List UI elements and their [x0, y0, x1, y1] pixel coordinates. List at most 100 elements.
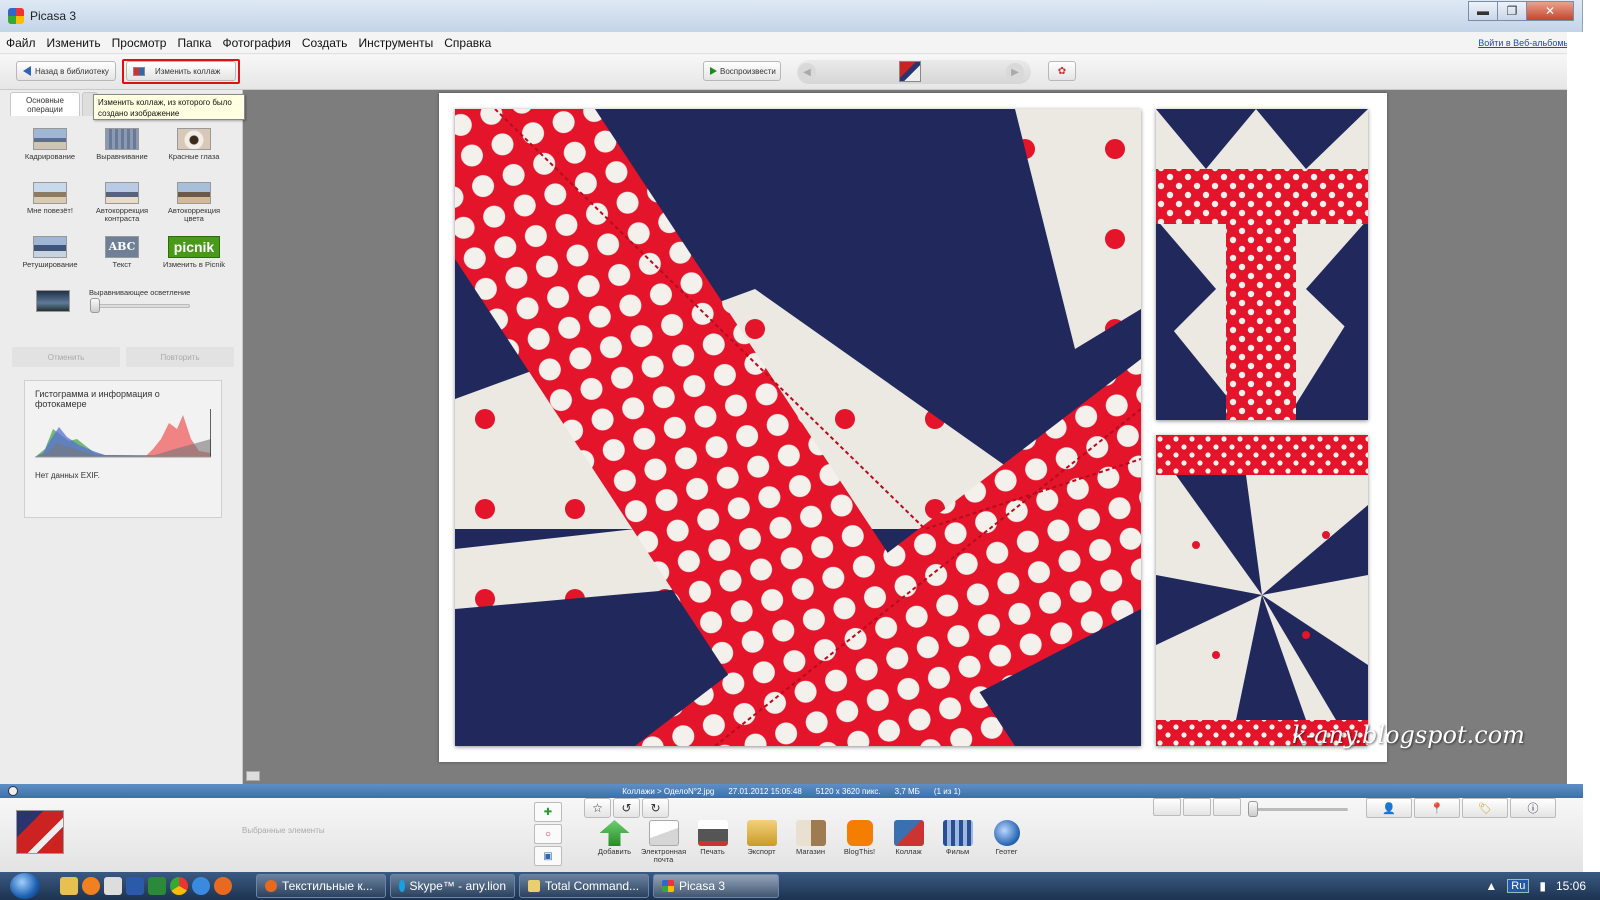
- quicklaunch-folder-icon[interactable]: [60, 877, 78, 895]
- tool-text[interactable]: ABC Текст: [86, 236, 158, 278]
- menu-folder[interactable]: Папка: [177, 36, 211, 50]
- view-large-button[interactable]: [1183, 798, 1211, 816]
- upload-icon: [599, 820, 630, 846]
- menu-tools[interactable]: Инструменты: [358, 36, 433, 50]
- view-zoom-icon-button[interactable]: [1213, 798, 1241, 816]
- quicklaunch-excel-icon[interactable]: [148, 877, 166, 895]
- rotate-left-button[interactable]: ↺: [613, 798, 640, 818]
- clear-tray-button[interactable]: ○: [534, 824, 562, 844]
- hold-pin-button[interactable]: ✚: [534, 802, 562, 822]
- quicklaunch-firefox-icon[interactable]: [214, 877, 232, 895]
- tool-auto-contrast[interactable]: Автокоррекция контраста: [86, 182, 158, 224]
- menu-picture[interactable]: Фотография: [222, 36, 290, 50]
- movie-button[interactable]: Фильм: [933, 820, 982, 864]
- clock[interactable]: 15:06: [1556, 879, 1586, 893]
- export-folder-icon: [746, 820, 777, 846]
- taskbar-picasa[interactable]: Picasa 3: [653, 874, 779, 898]
- status-bar: Коллажи > ОделоN°2.jpg 27.01.2012 15:05:…: [0, 784, 1583, 798]
- quicklaunch-chrome-icon[interactable]: [170, 877, 188, 895]
- collapse-tray-icon[interactable]: [8, 786, 18, 796]
- redo-button[interactable]: Повторить: [126, 347, 234, 367]
- people-button[interactable]: 👤: [1366, 798, 1412, 818]
- blogthis-button[interactable]: BlogThis!: [835, 820, 884, 864]
- quicklaunch-avast-icon[interactable]: [82, 877, 100, 895]
- share-picture-button[interactable]: ✿: [1048, 61, 1076, 81]
- retouch-icon: [33, 236, 67, 258]
- firefox-icon: [265, 880, 277, 892]
- system-tray: ▲ Ru ▮ 15:06: [1485, 872, 1586, 900]
- tool-retouch[interactable]: Ретуширование: [14, 236, 86, 278]
- add-to-album-button[interactable]: ▣: [534, 846, 562, 866]
- email-button[interactable]: Электронная почта: [639, 820, 688, 864]
- collage-photo-bottom-right[interactable]: [1156, 435, 1368, 746]
- menu-file[interactable]: Файл: [6, 36, 36, 50]
- menu-create[interactable]: Создать: [302, 36, 348, 50]
- back-to-library-button[interactable]: Назад в библиотеку: [16, 61, 116, 81]
- collage-photo-main[interactable]: [455, 109, 1141, 746]
- tab-basic-fixes[interactable]: Основные операции: [10, 92, 80, 116]
- tray-expand-icon[interactable]: ▲: [1485, 879, 1497, 893]
- action-label: BlogThis!: [843, 847, 876, 856]
- tool-red-eye[interactable]: Красные глаза: [158, 128, 230, 170]
- zoom-slider[interactable]: [1252, 808, 1348, 811]
- collage-button[interactable]: Коллаж: [884, 820, 933, 864]
- star-icon: ☆: [592, 801, 603, 815]
- histogram-title: Гистограмма и информация о фотокамере: [35, 389, 160, 409]
- close-button[interactable]: ✕: [1526, 1, 1574, 21]
- tool-label: Кадрирование: [24, 152, 76, 161]
- tags-button[interactable]: 🏷: [1462, 798, 1508, 818]
- view-small-button[interactable]: [1153, 798, 1181, 816]
- fill-light-slider[interactable]: [94, 304, 190, 308]
- menu-help[interactable]: Справка: [444, 36, 491, 50]
- language-indicator[interactable]: Ru: [1507, 879, 1530, 893]
- network-icon[interactable]: ▮: [1539, 879, 1546, 893]
- tool-straighten[interactable]: Выравнивание: [86, 128, 158, 170]
- tool-picnik[interactable]: picnik Изменить в Picnik: [158, 236, 230, 278]
- taskbar-skype[interactable]: Skype™ - any.lion: [390, 874, 515, 898]
- quicklaunch-ie-icon[interactable]: [192, 877, 210, 895]
- quicklaunch-word-icon[interactable]: [126, 877, 144, 895]
- places-button[interactable]: 📍: [1414, 798, 1460, 818]
- collage-photo-top-right[interactable]: [1156, 109, 1368, 420]
- histogram-panel: Гистограмма и информация о фотокамере Не…: [24, 380, 222, 518]
- quicklaunch-media-icon[interactable]: [104, 877, 122, 895]
- previous-photo-button[interactable]: ◀: [798, 63, 816, 81]
- play-slideshow-button[interactable]: Воспроизвести: [703, 61, 781, 81]
- print-button[interactable]: Печать: [688, 820, 737, 864]
- geotag-button[interactable]: Геотег: [982, 820, 1031, 864]
- menu-view[interactable]: Просмотр: [112, 36, 167, 50]
- maximize-button[interactable]: ❐: [1497, 1, 1527, 21]
- title-bar[interactable]: Picasa 3 ▬ ❐ ✕: [0, 0, 1582, 32]
- movie-icon: [942, 820, 973, 846]
- menu-edit[interactable]: Изменить: [47, 36, 101, 50]
- next-photo-button[interactable]: ▶: [1006, 63, 1024, 81]
- zoom-slider-handle[interactable]: [1248, 801, 1258, 817]
- tool-auto-color[interactable]: Автокоррекция цвета: [158, 182, 230, 224]
- status-filesize: 3,7 МБ: [894, 786, 920, 796]
- tool-feeling-lucky[interactable]: Мне повезёт!: [14, 182, 86, 224]
- status-date: 27.01.2012 15:05:48: [728, 786, 802, 796]
- tool-crop[interactable]: Кадрирование: [14, 128, 86, 170]
- shop-button[interactable]: Магазин: [786, 820, 835, 864]
- web-albums-link[interactable]: Войти в Веб-альбомы: [1478, 38, 1570, 48]
- action-label: Экспорт: [747, 847, 776, 856]
- star-button[interactable]: ☆: [584, 798, 611, 818]
- rotate-right-button[interactable]: ↻: [642, 798, 669, 818]
- play-label: Воспроизвести: [720, 66, 776, 76]
- panel-toggle-button[interactable]: [246, 771, 260, 781]
- filmstrip-thumbnail[interactable]: [899, 61, 921, 82]
- upload-button[interactable]: Добавить: [590, 820, 639, 864]
- taskbar-firefox[interactable]: Текстильные к...: [256, 874, 386, 898]
- export-button[interactable]: Экспорт: [737, 820, 786, 864]
- tray-thumbnail[interactable]: [16, 810, 64, 854]
- properties-button[interactable]: ⓘ: [1510, 798, 1556, 818]
- undo-button[interactable]: Отменить: [12, 347, 120, 367]
- minimize-button[interactable]: ▬: [1468, 1, 1498, 21]
- start-button[interactable]: [10, 873, 40, 899]
- back-arrow-icon: [23, 66, 31, 76]
- action-label: Фильм: [945, 847, 970, 856]
- taskbar-total-commander[interactable]: Total Command...: [519, 874, 649, 898]
- fill-light-slider-handle[interactable]: [90, 298, 100, 313]
- picnik-icon: picnik: [168, 236, 220, 258]
- back-to-library-label: Назад в библиотеку: [35, 66, 109, 76]
